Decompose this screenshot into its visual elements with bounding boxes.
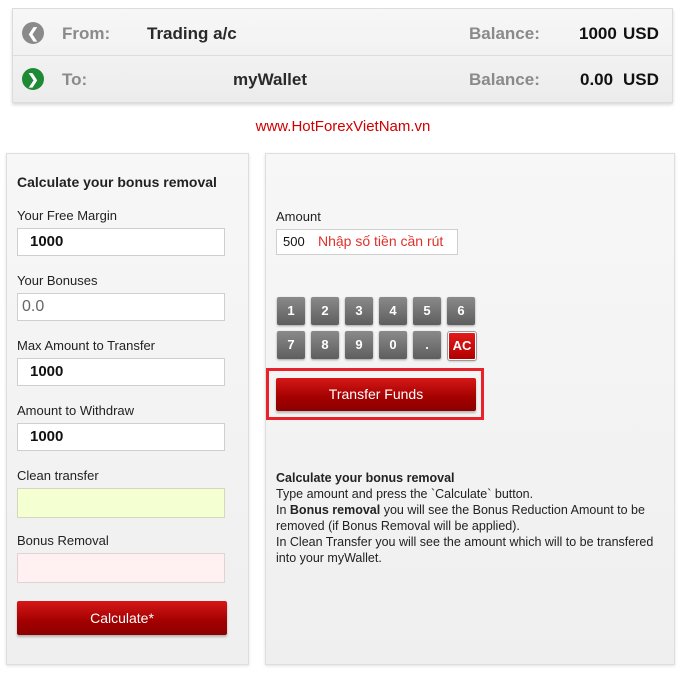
info-line-3: In Clean Transfer you will see the amoun…: [276, 535, 654, 565]
keypad-key-5[interactable]: 5: [413, 297, 441, 325]
info-line-1: Type amount and press the `Calculate` bu…: [276, 487, 534, 501]
to-label: To:: [62, 70, 88, 89]
watermark-text: www.HotForexVietNam.vn: [255, 118, 431, 135]
keypad-key-4[interactable]: 4: [379, 297, 407, 325]
keypad-key-8[interactable]: 8: [311, 331, 339, 359]
amount-note: Nhập số tiền cần rút: [318, 233, 444, 249]
to-currency: USD: [623, 70, 659, 89]
bonuses-label: Your Bonuses: [17, 273, 98, 288]
bonuses-field[interactable]: 0.0: [17, 293, 225, 321]
bonus-removal-field[interactable]: [17, 553, 225, 583]
from-currency: USD: [623, 24, 659, 43]
arrow-left-circle-icon[interactable]: ❮: [22, 22, 44, 44]
keypad-key-clear[interactable]: AC: [447, 331, 477, 361]
calculate-button[interactable]: Calculate*: [17, 601, 227, 635]
keypad-key-0[interactable]: 0: [379, 331, 407, 359]
amount-label: Amount: [276, 209, 321, 224]
clean-transfer-field[interactable]: [17, 488, 225, 518]
transfer-funds-button[interactable]: Transfer Funds: [276, 378, 476, 411]
keypad-key-dot[interactable]: .: [413, 331, 441, 359]
keypad-key-7[interactable]: 7: [277, 331, 305, 359]
from-balance-value: 1000: [579, 24, 617, 43]
from-balance-label: Balance:: [469, 24, 540, 43]
keypad-key-6[interactable]: 6: [447, 297, 475, 325]
calculator-title: Calculate your bonus removal: [17, 174, 217, 190]
from-row: ❮ From: Trading a/c Balance: 1000 USD: [13, 11, 672, 55]
to-row: ❯ To: myWallet Balance: 0.00 USD: [13, 57, 672, 101]
keypad-key-3[interactable]: 3: [345, 297, 373, 325]
amount-value: 500: [283, 234, 305, 249]
info-title: Calculate your bonus removal: [276, 471, 455, 485]
max-transfer-field[interactable]: 1000: [17, 358, 225, 386]
transfer-panel: Amount 500 Nhập số tiền cần rút 1 2 3 4 …: [265, 153, 675, 665]
arrow-right-circle-icon[interactable]: ❯: [22, 68, 44, 90]
transfer-summary: ❮ From: Trading a/c Balance: 1000 USD ❯ …: [12, 8, 673, 103]
clean-transfer-label: Clean transfer: [17, 468, 99, 483]
bonus-removal-label: Bonus Removal: [17, 533, 109, 548]
free-margin-field[interactable]: 1000: [17, 228, 225, 256]
withdraw-label: Amount to Withdraw: [17, 403, 135, 418]
withdraw-field[interactable]: 1000: [17, 423, 225, 451]
to-balance-value: 0.00: [580, 70, 614, 89]
max-transfer-label: Max Amount to Transfer: [17, 338, 156, 353]
amount-input[interactable]: 500 Nhập số tiền cần rút: [276, 229, 458, 255]
keypad-key-1[interactable]: 1: [277, 297, 305, 325]
free-margin-label: Your Free Margin: [17, 208, 117, 223]
to-balance-label: Balance:: [469, 70, 540, 89]
to-account: myWallet: [233, 70, 308, 89]
row-divider: [13, 55, 672, 56]
bonus-calculator-panel: Calculate your bonus removal Your Free M…: [6, 153, 249, 665]
info-text: Calculate your bonus removal Type amount…: [276, 470, 668, 566]
from-label: From:: [62, 24, 111, 43]
info-line-2: In Bonus removal you will see the Bonus …: [276, 503, 645, 533]
keypad-key-2[interactable]: 2: [311, 297, 339, 325]
from-account: Trading a/c: [147, 24, 237, 43]
keypad-key-9[interactable]: 9: [345, 331, 373, 359]
